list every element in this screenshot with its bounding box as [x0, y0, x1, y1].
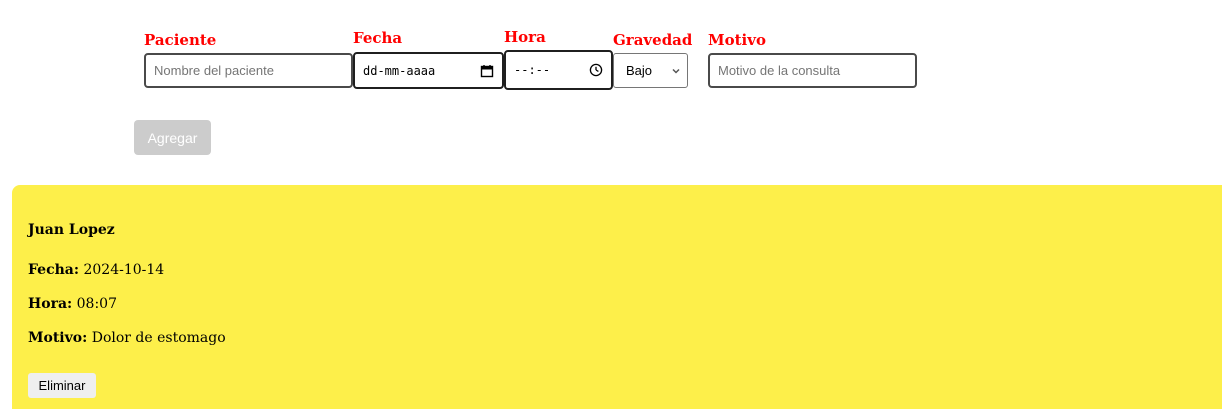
- motivo-row-label: Motivo:: [28, 330, 88, 346]
- gravedad-select[interactable]: Bajo: [613, 53, 688, 88]
- delete-button-label: Eliminar: [38, 378, 86, 393]
- fecha-date-input[interactable]: dd-mm-aaaa: [353, 52, 504, 89]
- add-button[interactable]: Agregar: [134, 120, 211, 155]
- hora-row: Hora: 08:07: [28, 295, 117, 313]
- add-button-label: Agregar: [147, 129, 198, 146]
- motivo-label: Motivo: [708, 31, 766, 49]
- hora-time-input[interactable]: --:--: [504, 50, 613, 90]
- appointment-card: [12, 185, 1222, 409]
- calendar-icon[interactable]: [480, 64, 494, 78]
- patient-name: Juan Lopez: [28, 222, 115, 238]
- gravedad-selected-value: Bajo: [626, 63, 653, 78]
- hora-time-text: --:--: [514, 63, 551, 77]
- delete-button[interactable]: Eliminar: [28, 373, 96, 398]
- motivo-row-value: Dolor de estomago: [91, 330, 226, 346]
- fecha-row: Fecha: 2024-10-14: [28, 261, 164, 279]
- paciente-label: Paciente: [144, 31, 217, 49]
- chevron-down-icon: [672, 68, 680, 74]
- hora-label: Hora: [504, 28, 546, 46]
- fecha-row-value: 2024-10-14: [83, 262, 165, 278]
- clock-icon[interactable]: [589, 63, 603, 77]
- fecha-label: Fecha: [353, 29, 403, 47]
- motivo-row: Motivo: Dolor de estomago: [28, 329, 226, 347]
- fecha-row-label: Fecha:: [28, 262, 80, 278]
- motivo-input[interactable]: [708, 53, 917, 88]
- hora-row-value: 08:07: [76, 296, 117, 312]
- hora-row-label: Hora:: [28, 296, 73, 312]
- gravedad-label: Gravedad: [613, 31, 693, 49]
- paciente-input[interactable]: [144, 53, 353, 88]
- fecha-date-text: dd-mm-aaaa: [363, 63, 436, 78]
